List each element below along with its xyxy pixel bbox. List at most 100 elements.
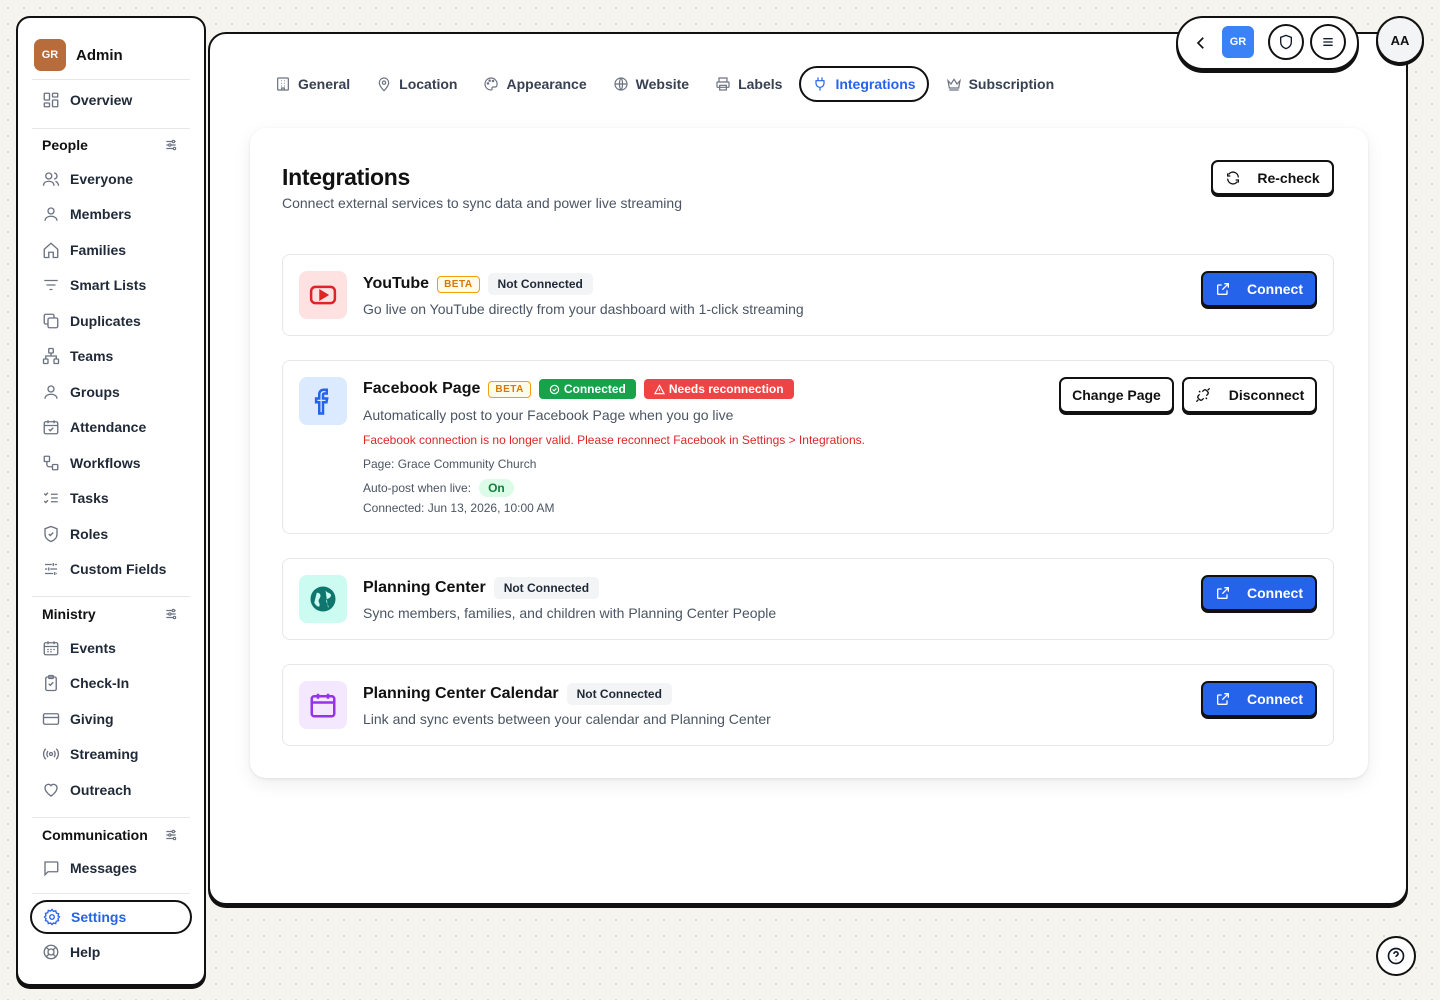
tab-general[interactable]: General bbox=[262, 66, 363, 102]
sidebar-item-label: Workflows bbox=[70, 455, 141, 471]
sidebar-item-giving[interactable]: Giving bbox=[42, 709, 114, 729]
unplug-icon bbox=[1195, 387, 1211, 403]
sidebar-item-check-in[interactable]: Check-In bbox=[42, 673, 129, 693]
workflow-icon bbox=[42, 454, 60, 472]
integration-planning-center: Planning Center Not Connected Sync membe… bbox=[282, 558, 1334, 640]
sidebar-item-label: Settings bbox=[71, 909, 127, 925]
sidebar-item-workflows[interactable]: Workflows bbox=[42, 453, 141, 473]
layout-grid-icon bbox=[42, 91, 60, 109]
youtube-connect-button[interactable]: Connect bbox=[1201, 271, 1317, 307]
help-button[interactable] bbox=[1376, 936, 1416, 976]
refresh-icon bbox=[1225, 170, 1241, 186]
section-title: Ministry bbox=[42, 606, 96, 622]
help-circle-icon bbox=[1386, 946, 1406, 966]
sidebar-item-label: Overview bbox=[70, 92, 133, 108]
sliders-icon[interactable] bbox=[164, 607, 178, 621]
integration-planning-center-calendar: Planning Center Calendar Not Connected L… bbox=[282, 664, 1334, 746]
change-page-button[interactable]: Change Page bbox=[1059, 377, 1174, 413]
integration-description: Go live on YouTube directly from your da… bbox=[363, 301, 804, 317]
sidebar-item-smart-lists[interactable]: Smart Lists bbox=[42, 275, 146, 295]
integration-name: Planning Center Calendar bbox=[363, 685, 559, 702]
heart-icon bbox=[42, 781, 60, 799]
sidebar-item-everyone[interactable]: Everyone bbox=[42, 169, 133, 189]
shield-button[interactable] bbox=[1268, 24, 1304, 60]
sidebar-item-streaming[interactable]: Streaming bbox=[42, 744, 138, 764]
org-switcher-button[interactable]: GR bbox=[1222, 26, 1254, 58]
menu-button[interactable] bbox=[1310, 24, 1346, 60]
sidebar-item-label: Streaming bbox=[70, 746, 139, 762]
divider bbox=[32, 817, 190, 818]
tab-appearance[interactable]: Appearance bbox=[470, 66, 599, 102]
button-label: Disconnect bbox=[1228, 387, 1305, 403]
tab-label: Website bbox=[635, 76, 690, 92]
integration-name: YouTube bbox=[363, 275, 430, 292]
integration-header: YouTube BETA Not Connected bbox=[363, 273, 593, 295]
section-communication[interactable]: Communication bbox=[42, 827, 178, 843]
sidebar-item-label: Teams bbox=[70, 348, 114, 364]
sliders-icon[interactable] bbox=[164, 138, 178, 152]
tab-location[interactable]: Location bbox=[363, 66, 470, 102]
sidebar-item-members[interactable]: Members bbox=[42, 204, 131, 224]
integration-description: Automatically post to your Facebook Page… bbox=[363, 407, 734, 423]
sidebar-item-groups[interactable]: Groups bbox=[42, 382, 120, 402]
section-ministry[interactable]: Ministry bbox=[42, 606, 178, 622]
disconnect-button[interactable]: Disconnect bbox=[1182, 377, 1317, 413]
tab-integrations[interactable]: Integrations bbox=[799, 66, 929, 102]
sidebar-item-events[interactable]: Events bbox=[42, 638, 116, 658]
warning-badge: Needs reconnection bbox=[643, 379, 794, 399]
tab-labels[interactable]: Labels bbox=[702, 66, 795, 102]
tab-subscription[interactable]: Subscription bbox=[933, 66, 1068, 102]
divider bbox=[32, 79, 190, 80]
filter-icon bbox=[42, 276, 60, 294]
sidebar-item-attendance[interactable]: Attendance bbox=[42, 417, 146, 437]
user-group-icon bbox=[42, 383, 60, 401]
beta-badge: BETA bbox=[488, 380, 531, 398]
printer-icon bbox=[715, 76, 731, 92]
user-avatar[interactable]: AA bbox=[1376, 16, 1424, 64]
org-switcher[interactable]: GR Admin bbox=[34, 39, 123, 71]
sidebar-item-tasks[interactable]: Tasks bbox=[42, 488, 109, 508]
calendar-connect-button[interactable]: Connect bbox=[1201, 681, 1317, 717]
calendar-check-icon bbox=[42, 418, 60, 436]
status-badge: Connected bbox=[538, 379, 636, 399]
section-people[interactable]: People bbox=[42, 137, 178, 153]
sidebar-item-overview[interactable]: Overview bbox=[42, 90, 132, 110]
autopost-row: Auto-post when live: On bbox=[363, 479, 514, 497]
sidebar-item-duplicates[interactable]: Duplicates bbox=[42, 311, 141, 331]
planning-center-connect-button[interactable]: Connect bbox=[1201, 575, 1317, 611]
external-link-icon bbox=[1215, 691, 1231, 707]
list-checks-icon bbox=[42, 489, 60, 507]
sidebar-item-help[interactable]: Help bbox=[42, 942, 100, 962]
globe-icon bbox=[299, 575, 347, 623]
palette-icon bbox=[483, 76, 499, 92]
sidebar-item-label: Roles bbox=[70, 526, 109, 542]
sidebar-item-label: Giving bbox=[70, 711, 114, 727]
tab-website[interactable]: Website bbox=[600, 66, 702, 102]
tab-label: General bbox=[298, 76, 351, 92]
building-icon bbox=[275, 76, 291, 92]
divider bbox=[32, 893, 190, 894]
sidebar-item-messages[interactable]: Messages bbox=[42, 858, 137, 878]
org-avatar: GR bbox=[34, 39, 66, 71]
plug-icon bbox=[812, 76, 828, 92]
sidebar-item-label: Attendance bbox=[70, 419, 147, 435]
sidebar-item-families[interactable]: Families bbox=[42, 240, 126, 260]
section-title: People bbox=[42, 137, 88, 153]
sidebar-item-settings[interactable]: Settings bbox=[30, 900, 192, 934]
recheck-button[interactable]: Re-check bbox=[1211, 160, 1334, 195]
sidebar-item-outreach[interactable]: Outreach bbox=[42, 780, 131, 800]
chevron-left-icon[interactable] bbox=[1192, 34, 1210, 52]
youtube-icon bbox=[299, 271, 347, 319]
connected-date: Connected: Jun 13, 2026, 10:00 AM bbox=[363, 501, 555, 515]
sidebar-item-label: Duplicates bbox=[70, 313, 141, 329]
status-badge: Not Connected bbox=[493, 577, 600, 599]
sidebar-item-custom-fields[interactable]: Custom Fields bbox=[42, 559, 166, 579]
tab-label: Appearance bbox=[506, 76, 587, 92]
sliders-icon[interactable] bbox=[164, 828, 178, 842]
sidebar-item-roles[interactable]: Roles bbox=[42, 524, 108, 544]
sidebar-item-teams[interactable]: Teams bbox=[42, 346, 113, 366]
integration-description: Sync members, families, and children wit… bbox=[363, 605, 777, 621]
home-icon bbox=[42, 241, 60, 259]
clipboard-check-icon bbox=[42, 674, 60, 692]
map-pin-icon bbox=[376, 76, 392, 92]
